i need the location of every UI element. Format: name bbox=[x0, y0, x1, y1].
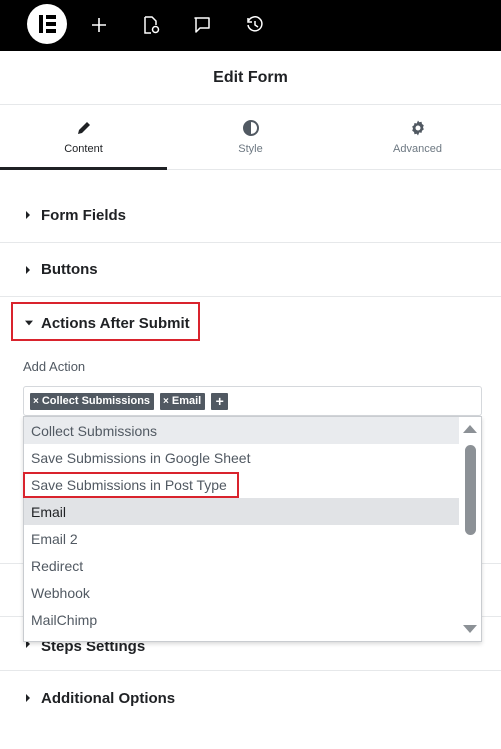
tab-advanced[interactable]: Advanced bbox=[334, 105, 501, 169]
gear-icon bbox=[409, 119, 427, 137]
highlight-outline bbox=[23, 472, 239, 498]
scrollbar-thumb[interactable] bbox=[465, 445, 476, 535]
pencil-icon bbox=[75, 119, 93, 137]
section-buttons[interactable]: Buttons bbox=[0, 243, 501, 297]
tab-style[interactable]: Style bbox=[167, 105, 334, 169]
caret-right-icon bbox=[25, 210, 33, 220]
action-dropdown[interactable]: Collect Submissions Save Submissions in … bbox=[23, 416, 482, 642]
add-tag-button[interactable]: + bbox=[211, 392, 229, 410]
section-title: Buttons bbox=[41, 261, 98, 278]
add-icon[interactable] bbox=[87, 13, 111, 37]
comment-icon[interactable] bbox=[190, 13, 214, 37]
tag-collect-submissions[interactable]: × Collect Submissions bbox=[30, 392, 155, 410]
tab-label: Content bbox=[64, 143, 103, 155]
add-action-label: Add Action bbox=[23, 359, 86, 374]
section-additional-options[interactable]: Additional Options bbox=[0, 671, 501, 725]
dropdown-option-email-2[interactable]: Email 2 bbox=[24, 525, 460, 552]
dropdown-option-webhook[interactable]: Webhook bbox=[24, 579, 460, 606]
tag-email[interactable]: × Email bbox=[160, 392, 206, 410]
dropdown-option-google-sheet[interactable]: Save Submissions in Google Sheet bbox=[24, 444, 460, 471]
remove-tag-icon[interactable]: × bbox=[163, 396, 169, 407]
panel-title: Edit Form bbox=[213, 68, 288, 86]
dropdown-option-email[interactable]: Email bbox=[24, 498, 460, 525]
dropdown-option-mailchimp[interactable]: MailChimp bbox=[24, 606, 460, 633]
add-action-select[interactable]: × Collect Submissions × Email + bbox=[23, 386, 482, 416]
history-icon[interactable] bbox=[243, 13, 267, 37]
caret-right-icon bbox=[25, 265, 33, 275]
panel-header: Edit Form bbox=[0, 51, 501, 105]
page-settings-icon[interactable] bbox=[139, 13, 163, 37]
dropdown-option-redirect[interactable]: Redirect bbox=[24, 552, 460, 579]
elementor-logo-icon[interactable] bbox=[27, 4, 67, 44]
caret-right-icon bbox=[25, 693, 33, 703]
section-title: Additional Options bbox=[41, 689, 176, 707]
panel-tabs: Content Style Advanced bbox=[0, 105, 501, 170]
tab-label: Style bbox=[238, 143, 263, 155]
remove-tag-icon[interactable]: × bbox=[33, 396, 39, 407]
scroll-down-icon[interactable] bbox=[463, 625, 477, 635]
dropdown-option-collect-submissions[interactable]: Collect Submissions bbox=[24, 417, 460, 444]
section-title: Form Fields bbox=[41, 206, 127, 224]
dropdown-scrollbar[interactable] bbox=[459, 417, 481, 641]
section-form-fields[interactable]: Form Fields bbox=[0, 188, 501, 243]
tab-content[interactable]: Content bbox=[0, 105, 167, 170]
tab-label: Advanced bbox=[393, 143, 442, 155]
top-toolbar bbox=[0, 0, 501, 51]
highlight-outline bbox=[11, 302, 200, 341]
half-circle-icon bbox=[242, 119, 260, 137]
scroll-up-icon[interactable] bbox=[463, 425, 477, 435]
